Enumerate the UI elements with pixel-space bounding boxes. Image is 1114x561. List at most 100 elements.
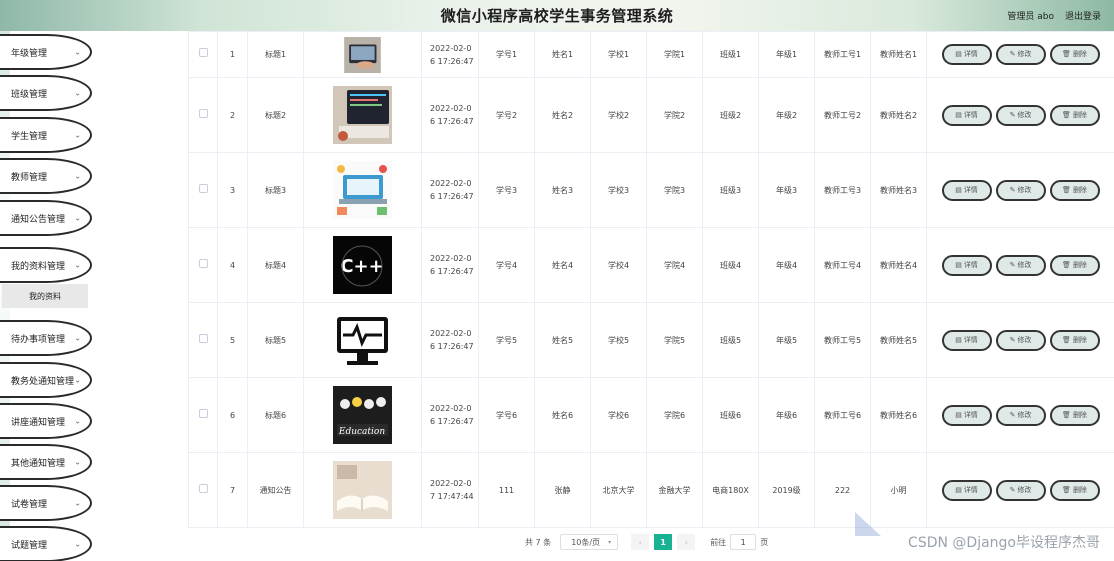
edit-button[interactable]: ✎ 修改 <box>995 404 1046 426</box>
row-checkbox[interactable] <box>198 48 208 57</box>
delete-button[interactable]: 🗑 删除 <box>1049 404 1100 426</box>
row-actions: ▤ 详情 ✎ 修改 🗑 删除 <box>926 227 1114 303</box>
cell-teacher-no: 教师工号1 <box>814 31 871 78</box>
chevron-down-icon: ⌄ <box>74 47 81 57</box>
sidebar-item-class[interactable]: 班级管理 ⌄ <box>0 75 92 111</box>
sidebar-item-exam-paper[interactable]: 试卷管理 ⌄ <box>0 485 92 521</box>
cell-student-no: 111 <box>478 452 535 528</box>
delete-button[interactable]: 🗑 删除 <box>1049 44 1100 65</box>
cell-class: 班级1 <box>702 31 759 78</box>
delete-button[interactable]: 🗑 删除 <box>1049 479 1100 501</box>
sidebar-item-label: 通知公告管理 <box>11 214 66 225</box>
cell-title: 标题5 <box>247 302 304 378</box>
delete-button[interactable]: 🗑 删除 <box>1049 329 1100 351</box>
chevron-down-icon: ⌄ <box>74 260 81 270</box>
next-page-button[interactable]: › <box>677 534 696 550</box>
sidebar-item-todo[interactable]: 待办事项管理 ⌄ <box>0 320 92 356</box>
logout-link[interactable]: 退出登录 <box>1065 9 1101 22</box>
sidebar-item-label: 讲座通知管理 <box>11 417 66 428</box>
row-checkbox[interactable] <box>198 408 208 418</box>
row-actions: ▤ 详情 ✎ 修改 🗑 删除 <box>926 377 1114 453</box>
sidebar-item-academic-notice[interactable]: 教务处通知管理 ⌄ <box>0 362 92 398</box>
edit-button-label: 修改 <box>1017 260 1032 269</box>
chevron-right-icon: › <box>684 537 688 547</box>
cell-grade: 年级1 <box>758 31 815 78</box>
edit-button[interactable]: ✎ 修改 <box>995 254 1046 276</box>
cell-school: 学校4 <box>590 227 647 303</box>
detail-button[interactable]: ▤ 详情 <box>941 179 992 201</box>
row-index: 7 <box>217 452 248 528</box>
cell-class: 班级3 <box>702 152 759 228</box>
page-size-select[interactable]: 10条/页 ▾ <box>560 534 619 550</box>
sidebar-item-label: 试卷管理 <box>11 499 48 510</box>
pencil-icon: ✎ <box>1009 185 1016 194</box>
detail-button[interactable]: ▤ 详情 <box>941 254 992 276</box>
sidebar-item-other-notice[interactable]: 其他通知管理 ⌄ <box>0 444 92 480</box>
table-cell <box>303 302 422 378</box>
row-checkbox[interactable] <box>198 108 208 118</box>
cell-date: 2022-02-0 6 17:26:47 <box>421 77 479 153</box>
page-size-value: 10条/页 <box>571 537 601 547</box>
cell-teacher-name: 教师姓名1 <box>870 31 927 78</box>
sidebar-item-label: 年级管理 <box>11 48 48 59</box>
sidebar-item-exam-question[interactable]: 试题管理 ⌄ <box>0 526 92 561</box>
watermark-logo <box>855 512 881 536</box>
sidebar-item-lecture-notice[interactable]: 讲座通知管理 ⌄ <box>0 403 92 439</box>
chevron-down-icon: ▾ <box>608 538 612 546</box>
edit-button[interactable]: ✎ 修改 <box>995 479 1046 501</box>
cell-teacher-name: 教师姓名6 <box>870 377 927 453</box>
edit-button[interactable]: ✎ 修改 <box>995 104 1046 126</box>
data-table-wrapper: 1 标题1 2022-02-0 6 17:26:47 学号1 姓名1 学校1 学院1 班级1 年… <box>188 31 1114 528</box>
edit-button[interactable]: ✎ 修改 <box>995 179 1046 201</box>
sidebar-item-student[interactable]: 学生管理 ⌄ <box>0 117 92 153</box>
cell-college: 金融大学 <box>646 452 703 528</box>
pencil-icon: ✎ <box>1009 335 1016 344</box>
delete-button[interactable]: 🗑 删除 <box>1049 179 1100 201</box>
sidebar-item-grade[interactable]: 年级管理 ⌄ <box>0 34 92 70</box>
table-cell: Education <box>303 377 422 453</box>
cell-name: 姓名4 <box>534 227 591 303</box>
cell-school: 学校1 <box>590 31 647 78</box>
cell-school: 学校6 <box>590 377 647 453</box>
edit-button[interactable]: ✎ 修改 <box>995 329 1046 351</box>
table-row: 1 标题1 2022-02-0 6 17:26:47 学号1 姓名1 学校1 学院1 班级1 年… <box>188 31 1114 78</box>
row-checkbox[interactable] <box>198 258 208 268</box>
detail-button[interactable]: ▤ 详情 <box>941 44 992 65</box>
cell-grade: 2019级 <box>758 452 815 528</box>
delete-button[interactable]: 🗑 删除 <box>1049 254 1100 276</box>
cell-title: 标题4 <box>247 227 304 303</box>
sidebar-item-teacher[interactable]: 教师管理 ⌄ <box>0 158 92 194</box>
cell-grade: 年级5 <box>758 302 815 378</box>
row-checkbox[interactable] <box>198 183 208 193</box>
prev-page-button[interactable]: ‹ <box>631 534 650 550</box>
row-checkbox[interactable] <box>198 483 208 493</box>
detail-button[interactable]: ▤ 详情 <box>941 329 992 351</box>
sidebar-item-label: 我的资料管理 <box>11 261 66 272</box>
table-row: 3 标题3 2022-02-0 6 17:26:47 学号3 姓名3 学校3 学院3 班级3 年… <box>188 152 1114 228</box>
pencil-icon: ✎ <box>1009 110 1016 119</box>
goto-label: 前往 <box>710 537 727 547</box>
sidebar-item-label: 试题管理 <box>11 540 48 551</box>
sidebar-subitem-my-profile[interactable]: 我的资料 <box>2 284 88 308</box>
detail-button-label: 详情 <box>963 485 978 494</box>
cell-grade: 年级4 <box>758 227 815 303</box>
edit-button[interactable]: ✎ 修改 <box>995 44 1046 65</box>
row-checkbox[interactable] <box>198 333 208 343</box>
document-icon: ▤ <box>955 185 962 194</box>
chevron-down-icon: ⌄ <box>74 457 81 467</box>
pencil-icon: ✎ <box>1009 485 1016 494</box>
sidebar-item-notice[interactable]: 通知公告管理 ⌄ <box>0 200 92 236</box>
page-number-current[interactable]: 1 <box>654 534 673 550</box>
delete-button-label: 删除 <box>1072 335 1087 344</box>
detail-button[interactable]: ▤ 详情 <box>941 479 992 501</box>
sidebar-item-profile[interactable]: 我的资料管理 ⌄ <box>0 247 92 283</box>
table-cell <box>188 31 218 78</box>
detail-button[interactable]: ▤ 详情 <box>941 404 992 426</box>
detail-button[interactable]: ▤ 详情 <box>941 104 992 126</box>
goto-page-input[interactable] <box>730 534 757 550</box>
delete-button[interactable]: 🗑 删除 <box>1049 104 1100 126</box>
cell-school: 学校5 <box>590 302 647 378</box>
pencil-icon: ✎ <box>1009 410 1016 419</box>
document-icon: ▤ <box>955 260 962 269</box>
cell-title: 标题6 <box>247 377 304 453</box>
